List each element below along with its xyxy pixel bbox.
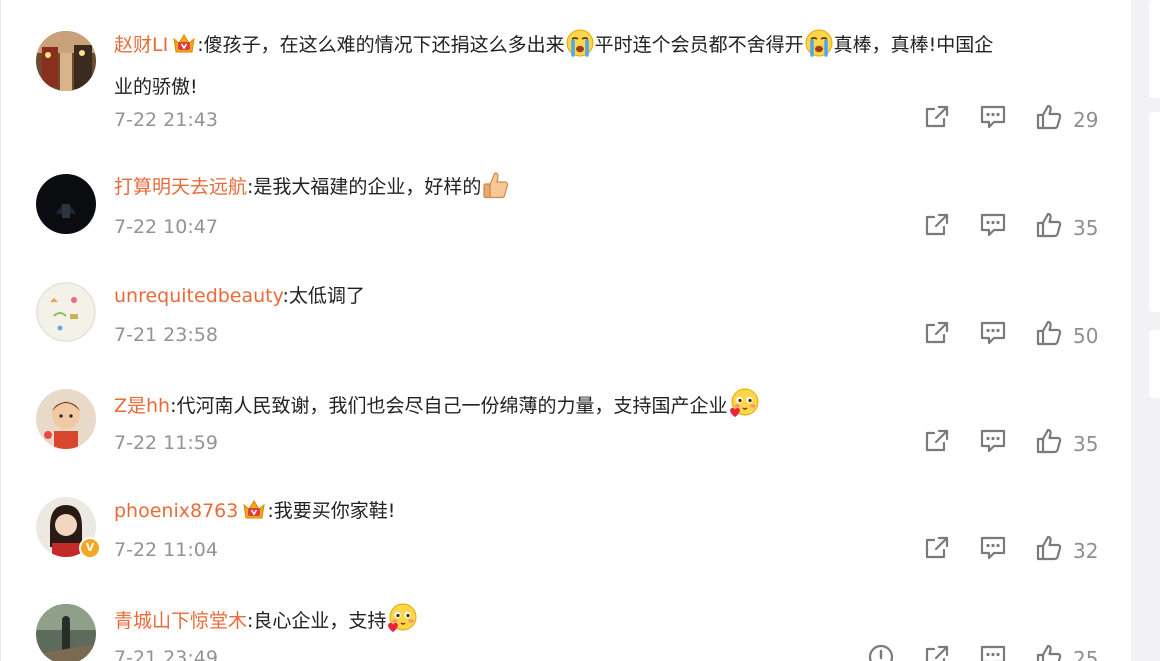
sidebar-card	[1149, 330, 1160, 398]
share-icon[interactable]	[923, 643, 951, 661]
comment-text: phoenix8763 :我要买你家鞋!	[114, 494, 1104, 533]
timestamp: 7-22 10:47	[114, 216, 218, 238]
like-icon[interactable]	[1035, 211, 1063, 239]
comment-text-part: :代河南人民致谢，我们也会尽自己一份绵薄的力量，支持国产企业	[170, 395, 728, 417]
comment-text: Z是hh:代河南人民致谢，我们也会尽自己一份绵薄的力量，支持国产企业	[114, 387, 1104, 431]
like-icon[interactable]	[1035, 103, 1063, 131]
thumbs-up-emoji-icon	[481, 170, 511, 212]
comment-text: 打算明天去远航:是我大福建的企业，好样的	[114, 170, 1104, 212]
comment-text-part: :我要买你家鞋!	[267, 500, 396, 522]
like-icon[interactable]	[1035, 534, 1063, 562]
comment-item: 打算明天去远航:是我大福建的企业，好样的 7-22 10:47 35	[0, 158, 1131, 266]
love-heart-emoji-icon	[728, 387, 760, 431]
comment-text: 青城山下惊堂木:良心企业，支持	[114, 602, 1104, 646]
comment-reply-icon[interactable]	[979, 211, 1007, 239]
avatar[interactable]	[36, 604, 96, 661]
like-count: 25	[1073, 647, 1099, 661]
comment-item: 赵财LI :傻孩子，在这么难的情况下还捐这么多出来 平时连个会员都不舍得开 真棒，真棒…	[0, 0, 1131, 158]
share-icon[interactable]	[923, 211, 951, 239]
share-icon[interactable]	[923, 103, 951, 131]
crown-badge-icon	[172, 32, 196, 67]
comment-text-part: 平时连个会员都不舍得开	[594, 34, 804, 56]
avatar[interactable]	[36, 174, 96, 234]
comment-text-part: 真棒，真棒!中国企	[833, 34, 994, 56]
timestamp: 7-22 21:43	[114, 109, 218, 131]
like-icon[interactable]	[1035, 319, 1063, 347]
like-count: 35	[1073, 216, 1099, 240]
comment-reply-icon[interactable]	[979, 427, 1007, 455]
comment-text-part: :太低调了	[282, 285, 365, 307]
comment-text-part: :是我大福建的企业，好样的	[247, 176, 482, 198]
like-count: 35	[1073, 432, 1099, 456]
username-link[interactable]: 打算明天去远航	[114, 176, 247, 198]
avatar[interactable]	[36, 31, 96, 91]
crying-emoji-icon	[804, 28, 834, 70]
comment-item: unrequitedbeauty:太低调了 7-21 23:58 50	[0, 266, 1131, 374]
comment-text: unrequitedbeauty:太低调了	[114, 279, 1104, 314]
comment-text: 赵财LI :傻孩子，在这么难的情况下还捐这么多出来 平时连个会员都不舍得开 真棒，真棒…	[114, 28, 1104, 105]
comment-text-part: :傻孩子，在这么难的情况下还捐这么多出来	[197, 34, 565, 56]
comment-reply-icon[interactable]	[979, 534, 1007, 562]
comment-reply-icon[interactable]	[979, 643, 1007, 661]
comment-reply-icon[interactable]	[979, 103, 1007, 131]
sidebar-card	[1149, 112, 1160, 312]
timestamp: 7-21 23:58	[114, 324, 218, 346]
comment-item: 青城山下惊堂木:良心企业，支持 7-21 23:49 25	[0, 590, 1131, 661]
share-icon[interactable]	[923, 319, 951, 347]
avatar[interactable]	[36, 282, 96, 342]
verified-badge: V	[79, 537, 101, 559]
like-count: 32	[1073, 539, 1099, 563]
like-count: 50	[1073, 324, 1099, 348]
share-icon[interactable]	[923, 427, 951, 455]
username-link[interactable]: Z是hh	[114, 395, 170, 417]
timestamp: 7-21 23:49	[114, 647, 218, 661]
avatar[interactable]	[36, 389, 96, 449]
like-icon[interactable]	[1035, 427, 1063, 455]
comment-reply-icon[interactable]	[979, 319, 1007, 347]
like-icon[interactable]	[1035, 643, 1063, 661]
share-icon[interactable]	[923, 534, 951, 562]
comment-text-part: 业的骄傲!	[114, 76, 198, 98]
comment-text-part: :良心企业，支持	[247, 610, 387, 632]
username-link[interactable]: unrequitedbeauty	[114, 285, 283, 307]
report-icon[interactable]	[867, 643, 895, 661]
username-link[interactable]: phoenix8763	[114, 500, 238, 522]
comment-item: V phoenix8763 :我要买你家鞋! 7-22 11:04 32	[0, 482, 1131, 590]
like-count: 29	[1073, 108, 1099, 132]
sidebar-card	[1149, 0, 1160, 98]
timestamp: 7-22 11:04	[114, 539, 218, 561]
crying-emoji-icon	[565, 28, 595, 70]
username-link[interactable]: 赵财LI	[114, 34, 168, 56]
timestamp: 7-22 11:59	[114, 432, 218, 454]
crown-badge-icon	[242, 498, 266, 533]
love-heart-emoji-icon	[386, 602, 418, 646]
comment-item: Z是hh:代河南人民致谢，我们也会尽自己一份绵薄的力量，支持国产企业 7-22 …	[0, 374, 1131, 482]
username-link[interactable]: 青城山下惊堂木	[114, 610, 247, 632]
